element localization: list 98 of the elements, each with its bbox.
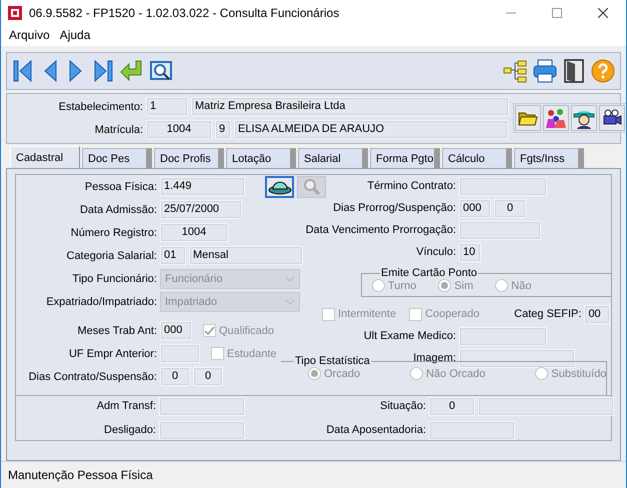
magnifier-icon [149,58,173,83]
text-field[interactable] [459,220,541,240]
menu-item[interactable]: Arquivo [4,28,55,42]
check-icon [204,325,215,336]
text-field[interactable] [478,396,614,416]
window-title: 06.9.5582 - FP1520 - 1.02.03.022 - Consulta Funcionários [29,6,340,20]
folder-button[interactable] [515,105,541,132]
person-button[interactable] [571,105,597,132]
tree-button[interactable] [502,58,528,84]
text-field[interactable]: 1004 [146,120,212,140]
checkbox-label: Estudante [227,348,277,360]
field-label: UF Empr Anterior: [68,348,157,360]
checkbox-label: Qualificado [219,324,274,337]
text-field[interactable]: 1 [146,97,188,116]
field-label: Estabelecimento: [58,100,143,113]
text-field[interactable] [160,344,200,364]
field-label: Término Contrato: [367,180,456,192]
field-label: Situação: [380,400,426,412]
text-field[interactable]: 25/07/2000 [160,200,242,220]
tab[interactable]: Fgts/Inss [514,148,584,168]
door-icon [562,58,586,84]
text-field[interactable]: 00 [584,304,610,324]
tab[interactable]: Cadastral [10,146,80,168]
tab[interactable]: Forma Pgto [370,148,440,168]
help-icon [590,58,616,84]
radio-label: Não Orcado [426,368,486,380]
tree-icon [502,58,528,84]
field-label: Data Vencimento Prorrogação: [306,224,456,236]
printer-icon [532,58,558,84]
tab[interactable]: Doc Pes [82,148,152,168]
tab[interactable]: Doc Profis [154,148,224,168]
field-label: Expatriado/Impatriado: [46,296,157,308]
checkbox-label: Intermitente [338,308,396,320]
text-field[interactable]: 9 [215,120,231,140]
chevron-down-icon [285,276,295,282]
exit-button[interactable] [562,58,586,84]
preview-button[interactable] [149,58,173,83]
status-bar: Manutenção Pessoa Física [1,461,626,488]
field-label: Adm Transf: [96,400,156,412]
menu-item[interactable]: Ajuda [54,28,96,42]
dropdown-value: Funcionário [165,272,222,285]
text-field[interactable]: 0 [193,367,223,386]
field-label: Vínculo: [416,246,456,258]
text-field[interactable]: ELISA ALMEIDA DE ARAUJO [234,120,508,140]
text-field[interactable]: 0 [160,367,190,386]
field-label: Meses Trab Ant: [78,324,157,337]
tab[interactable]: Lotação [226,148,296,168]
print-button[interactable] [532,58,558,84]
field-label: Dias Prorrog/Suspenção: [333,202,456,214]
field-label: Data Admissão: [80,204,157,216]
help-button[interactable] [590,58,616,84]
text-field[interactable] [429,420,515,440]
text-field[interactable]: Mensal [189,246,303,266]
field-label: Categ SEFIP: [514,308,582,320]
text-field[interactable]: 0 [429,396,475,416]
text-field[interactable] [459,326,547,346]
field-label: Categoria Salarial: [66,250,157,262]
camera-button[interactable] [599,105,625,132]
text-field[interactable] [459,348,575,368]
maximize-icon [552,8,562,18]
field-label: Data Aposentadoria: [326,424,426,436]
app-icon [7,4,23,20]
text-field[interactable]: 0 [494,198,526,218]
field-label: Número Registro: [70,226,157,239]
field-label: Ult Exame Medico: [364,330,456,342]
text-field[interactable]: 1004 [160,223,228,242]
field-label: Dias Contrato/Suspensão: [28,370,157,383]
close-icon [598,8,608,18]
radio-label: Não [511,280,532,292]
field-label: Matrícula: [94,124,143,136]
chevron-down-icon [285,298,295,305]
text-field[interactable]: Matriz Empresa Brasileira Ltda [191,97,509,116]
text-field[interactable]: 000 [160,321,192,340]
search-icon [302,178,321,196]
radio-label: Turno [388,280,416,292]
text-field[interactable] [159,396,245,416]
people-icon [545,107,567,130]
radio-label: Substituído [551,368,606,380]
group-title: Tipo Estatística [294,355,371,368]
text-field[interactable]: 000 [459,198,491,218]
field-label: Pessoa Física: [84,180,157,193]
checkbox-label: Cooperado [425,308,480,320]
field-label: Tipo Funcionário: [72,272,157,285]
text-field[interactable]: 10 [459,242,481,262]
lookup-button[interactable] [265,176,294,198]
field-label: Desligado: [104,424,156,436]
tab[interactable]: Cálculo [442,148,512,168]
field-label: Imagem: [413,352,456,364]
dropdown-value: Impatriado [165,296,217,308]
group-title: Emite Cartão Ponto [380,267,478,280]
text-field[interactable] [459,176,547,196]
radio-label: Orcado [324,368,360,380]
text-field[interactable] [159,420,245,440]
radio-label: Sim [454,280,474,292]
text-field[interactable]: 1.449 [160,177,246,196]
tab[interactable]: Salarial [298,148,368,168]
text-field[interactable]: 01 [160,246,186,266]
group-button[interactable] [543,105,569,132]
